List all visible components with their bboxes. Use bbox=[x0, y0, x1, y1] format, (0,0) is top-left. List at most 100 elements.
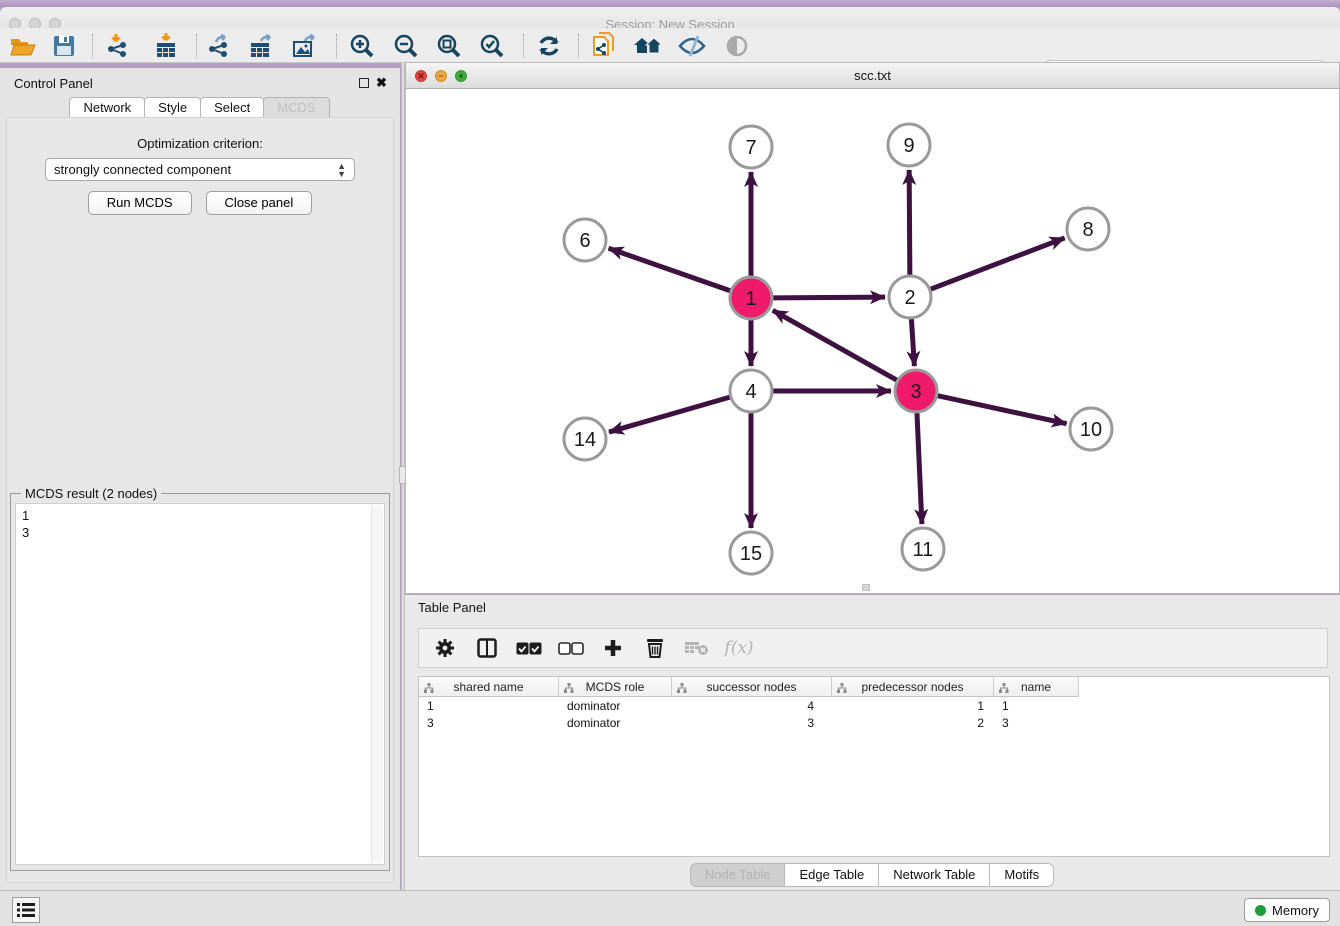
edge-2-9[interactable] bbox=[909, 170, 910, 275]
column-header-shared-name[interactable]: shared name bbox=[419, 677, 559, 697]
flatten-hierarchy-icon[interactable] bbox=[677, 682, 687, 696]
network-graph[interactable]: 7968124314101511 bbox=[406, 89, 1339, 593]
table-cell[interactable]: 1 bbox=[832, 697, 994, 714]
flatten-hierarchy-icon[interactable] bbox=[424, 682, 434, 696]
hide-panels-icon[interactable] bbox=[677, 32, 707, 60]
column-label: name bbox=[1021, 680, 1051, 694]
tab-mcds[interactable]: MCDS bbox=[263, 97, 329, 119]
export-image-icon[interactable] bbox=[290, 32, 320, 60]
export-network-icon[interactable] bbox=[204, 32, 234, 60]
tab-node-table[interactable]: Node Table bbox=[690, 863, 786, 887]
graph-node-label-2: 2 bbox=[904, 287, 915, 309]
flatten-hierarchy-icon[interactable] bbox=[999, 682, 1009, 696]
close-panel-button[interactable]: Close panel bbox=[206, 191, 313, 215]
criterion-select[interactable]: strongly connected component ▲▼ bbox=[45, 158, 355, 181]
memory-label: Memory bbox=[1272, 903, 1319, 918]
graph-node-label-8: 8 bbox=[1082, 219, 1093, 241]
refresh-layout-icon[interactable] bbox=[534, 32, 564, 60]
edge-3-10[interactable] bbox=[937, 396, 1066, 424]
save-session-icon[interactable] bbox=[49, 32, 79, 60]
toolbar-separator bbox=[523, 34, 524, 58]
tab-select[interactable]: Select bbox=[200, 97, 264, 119]
desktop-background-strip bbox=[0, 0, 1340, 7]
mcds-result-group: MCDS result (2 nodes) 1 3 bbox=[10, 493, 390, 871]
application-window: Session: New Session bbox=[0, 0, 1340, 926]
table-cell[interactable]: 1 bbox=[419, 697, 559, 714]
table-panel-title: Table Panel bbox=[418, 600, 486, 615]
open-session-icon[interactable] bbox=[8, 32, 38, 60]
column-label: shared name bbox=[453, 680, 523, 694]
tab-network[interactable]: Network bbox=[69, 97, 145, 119]
optimization-criterion-label: Optimization criterion: bbox=[0, 136, 400, 151]
edge-2-8[interactable] bbox=[931, 238, 1065, 289]
zoom-out-icon[interactable] bbox=[391, 32, 421, 60]
fx-label: f(x) bbox=[724, 638, 753, 658]
task-history-button[interactable] bbox=[12, 897, 40, 923]
graph-node-label-4: 4 bbox=[745, 381, 756, 403]
table-cell[interactable]: 3 bbox=[419, 714, 559, 731]
table-panel: Table Panel ✖ bbox=[405, 595, 1340, 890]
status-bar: Memory bbox=[0, 890, 1340, 926]
close-panel-icon[interactable]: ✖ bbox=[376, 75, 387, 91]
control-panel-tabs: NetworkStyleSelectMCDS bbox=[0, 97, 400, 119]
select-all-icon[interactable] bbox=[515, 634, 543, 662]
table-row[interactable]: 3dominator323 bbox=[419, 714, 1079, 731]
mcds-result-area[interactable]: 1 3 bbox=[15, 503, 385, 865]
flatten-hierarchy-icon[interactable] bbox=[837, 682, 847, 696]
column-header-successor-nodes[interactable]: successor nodes bbox=[672, 677, 832, 697]
tab-style[interactable]: Style bbox=[144, 97, 201, 119]
edge-3-1[interactable] bbox=[773, 310, 897, 380]
column-header-name[interactable]: name bbox=[994, 677, 1079, 697]
table-cell[interactable]: 3 bbox=[994, 714, 1079, 731]
column-header-predecessor-nodes[interactable]: predecessor nodes bbox=[832, 677, 994, 697]
home-view-icon[interactable] bbox=[633, 32, 663, 60]
tab-motifs[interactable]: Motifs bbox=[989, 863, 1054, 887]
edge-2-3[interactable] bbox=[911, 319, 914, 366]
table-cell[interactable]: dominator bbox=[559, 714, 672, 731]
table-cell[interactable]: 3 bbox=[672, 714, 832, 731]
column-view-icon[interactable] bbox=[473, 634, 501, 662]
column-header-MCDS-role[interactable]: MCDS role bbox=[559, 677, 672, 697]
canvas-scroll-thumb[interactable] bbox=[862, 584, 870, 591]
flatten-hierarchy-icon[interactable] bbox=[564, 682, 574, 696]
delete-column-icon[interactable] bbox=[641, 634, 669, 662]
export-table-icon[interactable] bbox=[247, 32, 277, 60]
result-scrollbar[interactable] bbox=[371, 505, 383, 863]
zoom-in-icon[interactable] bbox=[347, 32, 377, 60]
edge-4-14[interactable] bbox=[609, 397, 730, 432]
table-cell[interactable]: 1 bbox=[994, 697, 1079, 714]
titlebar[interactable]: Session: New Session bbox=[0, 7, 1340, 28]
table-cell[interactable]: 2 bbox=[832, 714, 994, 731]
tab-network-table[interactable]: Network Table bbox=[878, 863, 990, 887]
edge-3-11[interactable] bbox=[917, 413, 922, 524]
deselect-all-icon[interactable] bbox=[557, 634, 585, 662]
column-label: MCDS role bbox=[586, 680, 645, 694]
import-table-icon[interactable] bbox=[151, 32, 181, 60]
gear-icon[interactable] bbox=[431, 634, 459, 662]
show-panels-icon[interactable] bbox=[722, 32, 752, 60]
table-cell[interactable]: dominator bbox=[559, 697, 672, 714]
network-canvas[interactable]: 7968124314101511 bbox=[406, 89, 1339, 593]
tab-edge-table[interactable]: Edge Table bbox=[784, 863, 879, 887]
edge-1-6[interactable] bbox=[609, 248, 731, 290]
zoom-fit-icon[interactable] bbox=[434, 32, 464, 60]
float-panel-icon[interactable] bbox=[359, 78, 369, 88]
table-row[interactable]: 1dominator411 bbox=[419, 697, 1079, 714]
clone-network-icon[interactable] bbox=[589, 32, 619, 60]
memory-status-icon bbox=[1255, 905, 1266, 916]
add-column-icon[interactable] bbox=[599, 634, 627, 662]
toolbar-separator bbox=[92, 34, 93, 58]
memory-button[interactable]: Memory bbox=[1244, 898, 1330, 922]
zoom-selected-icon[interactable] bbox=[477, 32, 507, 60]
control-panel-title: Control Panel bbox=[14, 76, 93, 91]
graph-node-label-6: 6 bbox=[579, 230, 590, 252]
node-table[interactable]: shared name MCDS role successor nodesprede… bbox=[418, 676, 1330, 857]
function-builder-icon: f(x) bbox=[725, 634, 753, 662]
table-header-row: shared name MCDS role successor nodesprede… bbox=[419, 677, 1079, 697]
network-window-titlebar[interactable]: ✕ − + scc.txt bbox=[406, 63, 1339, 89]
run-mcds-button[interactable]: Run MCDS bbox=[88, 191, 192, 215]
import-network-icon[interactable] bbox=[103, 32, 133, 60]
table-cell[interactable]: 4 bbox=[672, 697, 832, 714]
graph-node-label-14: 14 bbox=[574, 429, 596, 451]
edge-1-2[interactable] bbox=[773, 297, 885, 298]
